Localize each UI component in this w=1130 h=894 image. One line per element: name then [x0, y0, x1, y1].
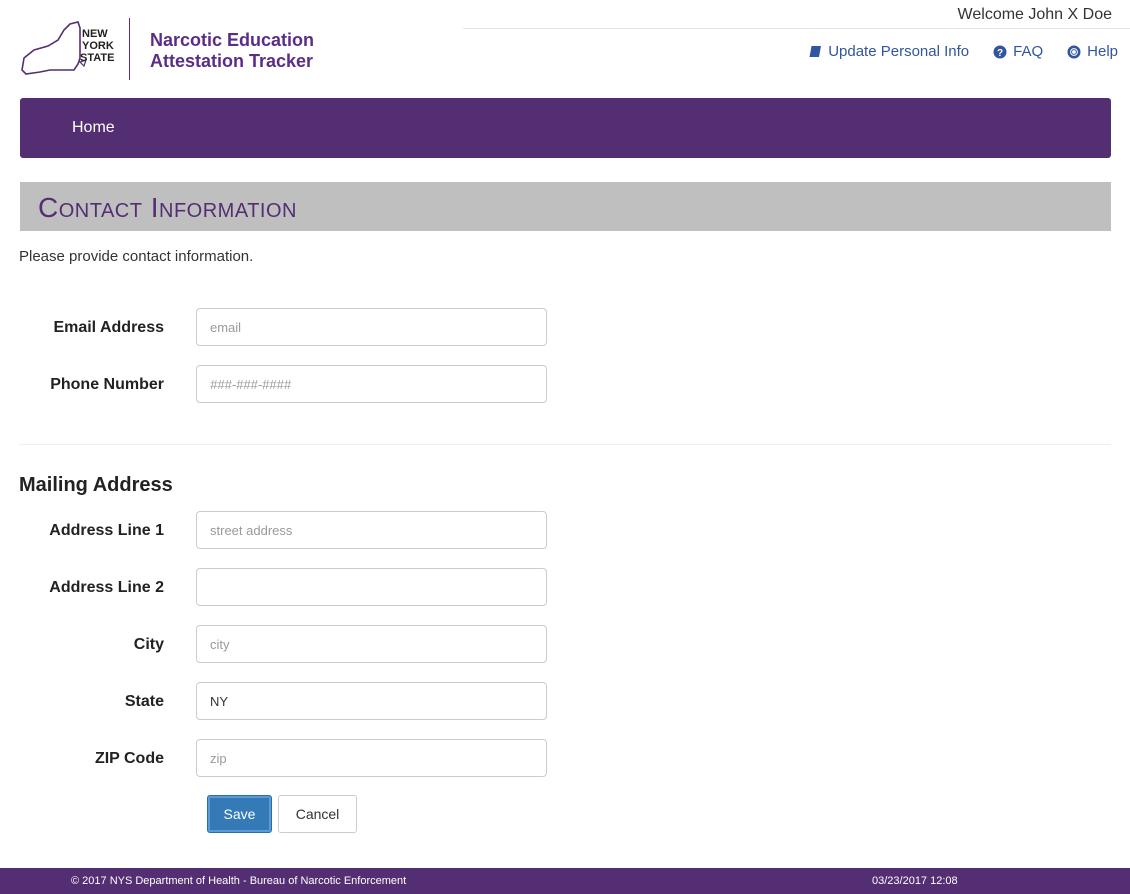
app-title-line1: Narcotic Education: [150, 30, 315, 50]
address-line1-label: Address Line 1: [49, 522, 164, 539]
phone-label: Phone Number: [50, 376, 164, 393]
address-line1-field[interactable]: [196, 511, 547, 549]
footer-copyright: © 2017 NYS Department of Health - Bureau…: [71, 875, 407, 887]
help-link[interactable]: Help: [1067, 43, 1118, 60]
faq-link[interactable]: ? FAQ: [993, 43, 1043, 60]
question-circle-icon: ?: [993, 45, 1007, 59]
city-field[interactable]: [196, 625, 547, 663]
address-line2-label: Address Line 2: [49, 579, 164, 596]
app-title-line2: Attestation Tracker: [150, 51, 314, 71]
logo-divider: [129, 18, 130, 80]
section-divider: [19, 444, 1111, 445]
page-title: Contact Information: [38, 192, 297, 223]
svg-text:?: ?: [997, 48, 1003, 59]
zip-label: ZIP Code: [94, 750, 164, 767]
cancel-button[interactable]: Cancel: [278, 795, 357, 833]
email-label: Email Address: [53, 319, 164, 336]
state-label: State: [124, 693, 164, 710]
footer-timestamp: 03/23/2017 12:08: [872, 875, 958, 887]
email-field[interactable]: [196, 308, 547, 346]
welcome-text: Welcome John X Doe: [957, 6, 1112, 23]
zip-field[interactable]: [196, 739, 547, 777]
section-header: Contact Information: [20, 182, 1111, 231]
city-label: City: [133, 636, 164, 653]
utility-links: Update Personal Info ? FAQ Help: [808, 43, 1118, 60]
nav-home-link[interactable]: Home: [72, 119, 115, 137]
save-button[interactable]: Save: [207, 795, 272, 833]
state-field[interactable]: [196, 682, 547, 720]
life-ring-icon: [1067, 45, 1081, 59]
faq-label: FAQ: [1013, 43, 1044, 60]
header-divider: [463, 28, 1130, 29]
footer: © 2017 NYS Department of Health - Bureau…: [0, 868, 1130, 894]
logo-line-state: STATE: [80, 52, 114, 64]
logo-line-york: YORK: [82, 40, 114, 52]
phone-field[interactable]: [196, 365, 547, 403]
book-icon: [808, 45, 822, 58]
update-personal-info-link[interactable]: Update Personal Info: [808, 43, 969, 60]
help-label: Help: [1087, 43, 1118, 60]
nys-logo[interactable]: NEW YORK STATE: [20, 20, 132, 80]
intro-text: Please provide contact information.: [19, 248, 254, 265]
address-line2-field[interactable]: [196, 568, 547, 606]
app-title[interactable]: Narcotic Education Attestation Tracker: [150, 30, 314, 72]
update-personal-info-label: Update Personal Info: [828, 43, 970, 60]
logo-line-new: NEW: [82, 28, 108, 40]
mailing-address-heading: Mailing Address: [19, 474, 173, 496]
main-navbar: Home: [20, 98, 1111, 158]
